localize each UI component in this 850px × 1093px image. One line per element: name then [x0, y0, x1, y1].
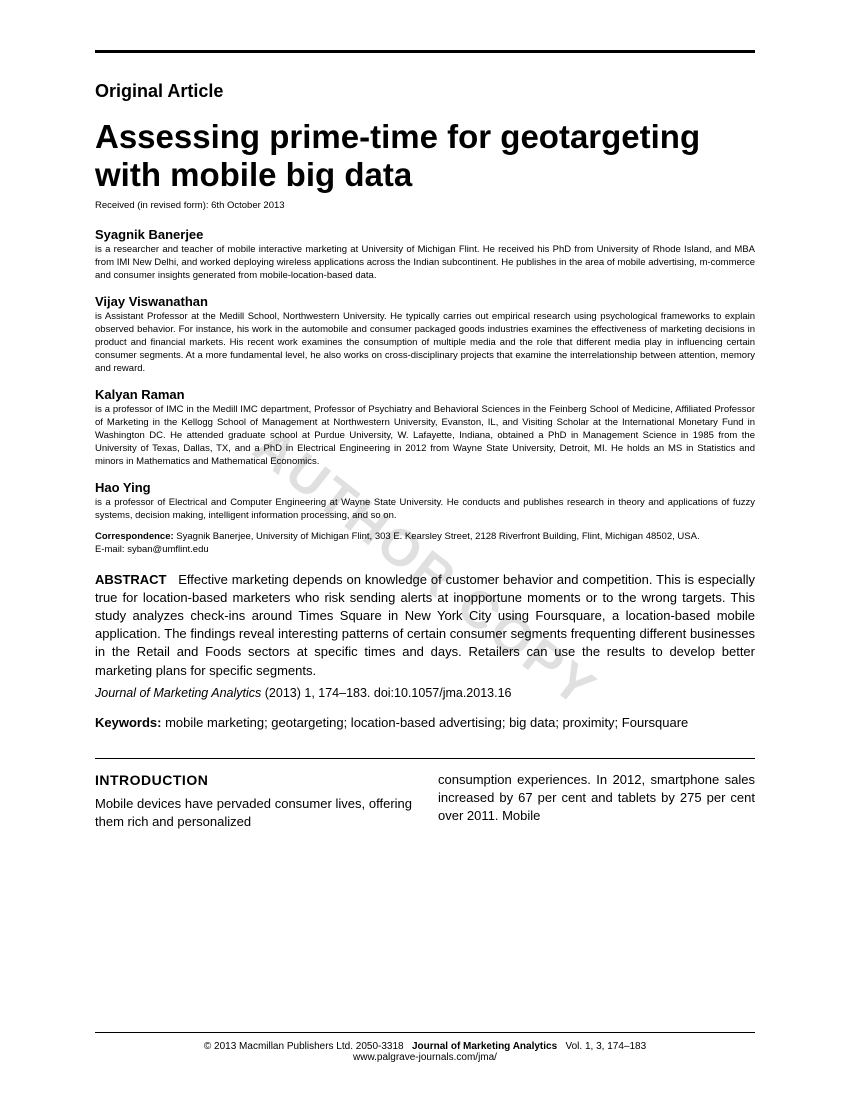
- citation-journal: Journal of Marketing Analytics: [95, 686, 261, 700]
- author-block: Syagnik Banerjee is a researcher and tea…: [95, 227, 755, 282]
- body-columns: INTRODUCTION Mobile devices have pervade…: [95, 771, 755, 831]
- keywords: Keywords: mobile marketing; geotargeting…: [95, 714, 755, 732]
- correspondence: Correspondence: Syagnik Banerjee, Univer…: [95, 531, 755, 557]
- author-name: Hao Ying: [95, 480, 755, 495]
- body-col-left: INTRODUCTION Mobile devices have pervade…: [95, 771, 412, 831]
- keywords-text: mobile marketing; geotargeting; location…: [165, 715, 688, 730]
- author-block: Hao Ying is a professor of Electrical an…: [95, 480, 755, 523]
- citation-tail: (2013) 1, 174–183. doi:10.1057/jma.2013.…: [265, 686, 512, 700]
- section-rule: [95, 758, 755, 759]
- abstract-label: ABSTRACT: [95, 572, 167, 587]
- article-type: Original Article: [95, 81, 755, 102]
- author-bio: is a researcher and teacher of mobile in…: [95, 244, 755, 282]
- footer-volume: Vol. 1, 3, 174–183: [566, 1041, 647, 1052]
- keywords-label: Keywords:: [95, 715, 161, 730]
- author-name: Vijay Viswanathan: [95, 294, 755, 309]
- article-title: Assessing prime-time for geotargeting wi…: [95, 118, 755, 194]
- correspondence-label: Correspondence:: [95, 531, 174, 542]
- footer-url: www.palgrave-journals.com/jma/: [95, 1052, 755, 1063]
- body-text: Mobile devices have pervaded consumer li…: [95, 795, 412, 831]
- body-col-right: consumption experiences. In 2012, smartp…: [438, 771, 755, 831]
- citation: Journal of Marketing Analytics (2013) 1,…: [95, 686, 755, 700]
- body-text: consumption experiences. In 2012, smartp…: [438, 771, 755, 826]
- author-bio: is a professor of Electrical and Compute…: [95, 497, 755, 523]
- footer-copyright: © 2013 Macmillan Publishers Ltd. 2050-33…: [204, 1041, 404, 1052]
- author-bio: is Assistant Professor at the Medill Sch…: [95, 311, 755, 375]
- author-block: Vijay Viswanathan is Assistant Professor…: [95, 294, 755, 375]
- correspondence-text: Syagnik Banerjee, University of Michigan…: [176, 531, 699, 542]
- top-rule: [95, 50, 755, 53]
- author-name: Kalyan Raman: [95, 387, 755, 402]
- footer: © 2013 Macmillan Publishers Ltd. 2050-33…: [95, 1032, 755, 1063]
- abstract-text: Effective marketing depends on knowledge…: [95, 572, 755, 678]
- abstract: ABSTRACT Effective marketing depends on …: [95, 571, 755, 680]
- received-date: Received (in revised form): 6th October …: [95, 200, 755, 211]
- correspondence-email: E-mail: syban@umflint.edu: [95, 544, 755, 557]
- section-heading: INTRODUCTION: [95, 771, 412, 791]
- footer-journal: Journal of Marketing Analytics: [412, 1041, 557, 1052]
- author-name: Syagnik Banerjee: [95, 227, 755, 242]
- author-block: Kalyan Raman is a professor of IMC in th…: [95, 387, 755, 468]
- author-bio: is a professor of IMC in the Medill IMC …: [95, 404, 755, 468]
